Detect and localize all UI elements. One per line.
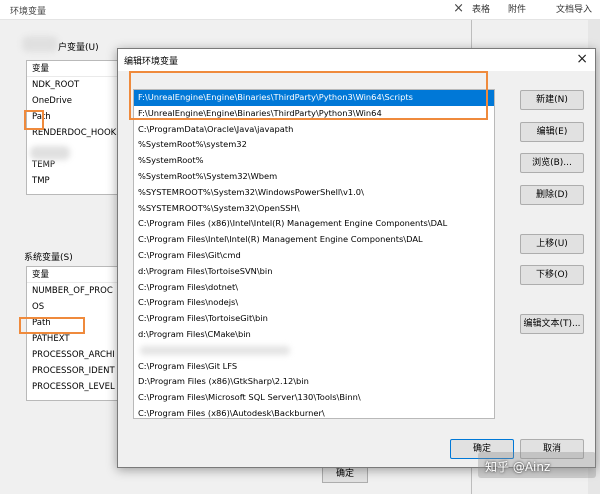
list-item[interactable]: PROCESSOR_LEVEL — [27, 379, 121, 395]
path-item[interactable]: C:\Program Files\Git\cmd — [134, 248, 494, 264]
delete-button[interactable]: 删除(D) — [520, 185, 584, 205]
move-up-button[interactable]: 上移(U) — [520, 234, 584, 254]
path-item[interactable]: C:\Program Files (x86)\Autodesk\Backburn… — [134, 406, 494, 418]
close-icon[interactable]: × — [453, 1, 464, 16]
path-item[interactable]: C:\Program Files (x86)\Intel\Intel(R) Ma… — [134, 216, 494, 232]
browse-button[interactable]: 浏览(B)... — [520, 153, 584, 173]
list-item[interactable]: OS — [27, 299, 121, 315]
dialog-title-bar: 编辑环境变量 × — [118, 49, 595, 71]
path-item[interactable]: C:\ProgramData\Oracle\Java\javapath — [134, 122, 494, 138]
close-icon[interactable]: × — [576, 51, 588, 67]
path-item[interactable]: d:\Program Files\TortoiseSVN\bin — [134, 264, 494, 280]
host-toolbar: 表格 附件 文档导入 — [472, 0, 600, 20]
system-path-highlight — [19, 317, 85, 334]
new-button[interactable]: 新建(N) — [520, 90, 584, 110]
tab-document-import[interactable]: 文档导入 — [556, 2, 592, 15]
path-item[interactable]: %SystemRoot%\System32\Wbem — [134, 169, 494, 185]
path-item[interactable]: %SYSTEMROOT%\System32\OpenSSH\ — [134, 201, 494, 217]
column-header-variable: 变量 — [27, 61, 121, 77]
list-item[interactable]: PROCESSOR_IDENT — [27, 363, 121, 379]
path-item[interactable]: %SystemRoot% — [134, 153, 494, 169]
edit-text-button[interactable]: 编辑文本(T)... — [520, 314, 584, 334]
path-item[interactable]: D:\Program Files (x86)\GtkSharp\2.12\bin — [134, 374, 494, 390]
list-item[interactable]: NUMBER_OF_PROC — [27, 283, 121, 299]
path-item[interactable]: %SystemRoot%\system32 — [134, 137, 494, 153]
path-item[interactable]: C:\Program Files\Microsoft SQL Server\13… — [134, 390, 494, 406]
edit-button[interactable]: 编辑(E) — [520, 122, 584, 142]
blurred-entry — [30, 146, 70, 160]
list-item[interactable]: TMP — [27, 173, 121, 189]
path-item-blurred[interactable] — [134, 343, 494, 359]
tab-table[interactable]: 表格 — [472, 2, 490, 15]
column-header-variable: 变量 — [27, 267, 121, 283]
path-item[interactable]: %SYSTEMROOT%\System32\WindowsPowerShell\… — [134, 185, 494, 201]
user-path-highlight — [24, 110, 44, 130]
watermark-text: 知乎 @Ainz — [485, 460, 551, 474]
move-down-button[interactable]: 下移(O) — [520, 265, 584, 285]
path-item[interactable]: d:\Program Files\CMake\bin — [134, 327, 494, 343]
dialog-title: 编辑环境变量 — [124, 57, 179, 67]
path-item[interactable]: C:\Program Files\nodejs\ — [134, 295, 494, 311]
path-item[interactable]: C:\Program Files\Intel\Intel(R) Manageme… — [134, 232, 494, 248]
blurred-username — [22, 36, 58, 52]
path-item[interactable]: C:\Program Files\TortoiseGit\bin — [134, 311, 494, 327]
window-title: 环境变量 — [10, 7, 47, 17]
list-item[interactable]: PROCESSOR_ARCHI — [27, 347, 121, 363]
window-title-bar: 环境变量 × — [0, 0, 472, 20]
list-item[interactable]: NDK_ROOT — [27, 77, 121, 93]
system-variables-label: 系统变量(S) — [24, 253, 73, 263]
path-list[interactable]: F:\UnrealEngine\Engine\Binaries\ThirdPar… — [133, 89, 495, 419]
annotation-highlight-box — [129, 71, 488, 120]
user-variables-label: 户变量(U) — [58, 43, 99, 53]
path-item[interactable]: C:\Program Files\dotnet\ — [134, 280, 494, 296]
list-item[interactable]: OneDrive — [27, 93, 121, 109]
edit-environment-variable-dialog: 编辑环境变量 × F:\UnrealEngine\Engine\Binaries… — [117, 48, 596, 468]
path-item[interactable]: C:\Program Files\Git LFS — [134, 359, 494, 375]
tab-attachment[interactable]: 附件 — [508, 2, 526, 15]
